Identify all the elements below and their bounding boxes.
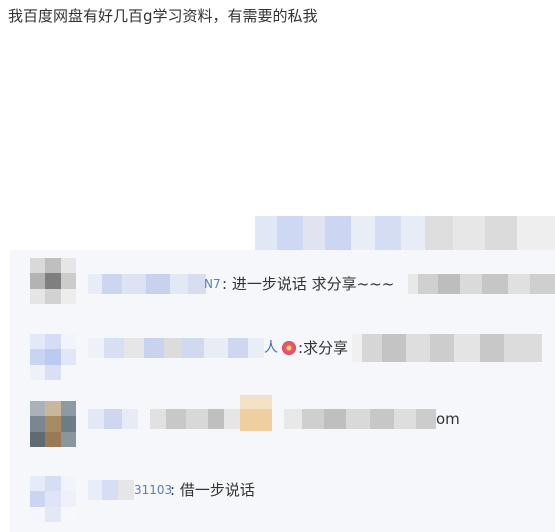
comment-item: N7 : 进一步说话 求分享~~~ [10, 250, 555, 306]
username-mosaic[interactable] [88, 274, 206, 294]
pixelated-region [255, 216, 555, 250]
username-tail[interactable]: N7 [204, 274, 221, 294]
username-mosaic[interactable] [88, 480, 134, 500]
pixelated-text [408, 274, 555, 294]
pixelated-text [352, 334, 542, 362]
username-tail[interactable]: 人 [264, 338, 278, 358]
comment-list: N7 : 进一步说话 求分享~~~ 人 :求分享 om 31103: 借一步说… [10, 250, 555, 532]
avatar[interactable] [30, 476, 76, 522]
post-text: 我百度网盘有好几百g学习资料，有需要的私我 [8, 7, 318, 25]
pixelated-text [284, 409, 436, 429]
comment-item: 人 :求分享 [10, 326, 555, 382]
comment-text: :求分享 [298, 339, 349, 357]
pixelated-image [240, 395, 272, 431]
comment-text: : 进一步说话 求分享~~~ [222, 275, 395, 293]
flower-icon [282, 341, 296, 355]
username-tail[interactable]: 31103 [134, 480, 172, 500]
comment-item: 31103 : 借一步说话 [10, 468, 555, 524]
comment-text: om [436, 410, 460, 428]
avatar[interactable] [30, 258, 76, 304]
comment-item: om [10, 393, 555, 449]
avatar[interactable] [30, 334, 76, 380]
username-mosaic[interactable] [88, 409, 138, 429]
avatar[interactable] [30, 401, 76, 447]
pixelated-text [150, 409, 240, 429]
comment-text: : 借一步说话 [170, 481, 255, 499]
username-mosaic[interactable] [88, 338, 264, 358]
